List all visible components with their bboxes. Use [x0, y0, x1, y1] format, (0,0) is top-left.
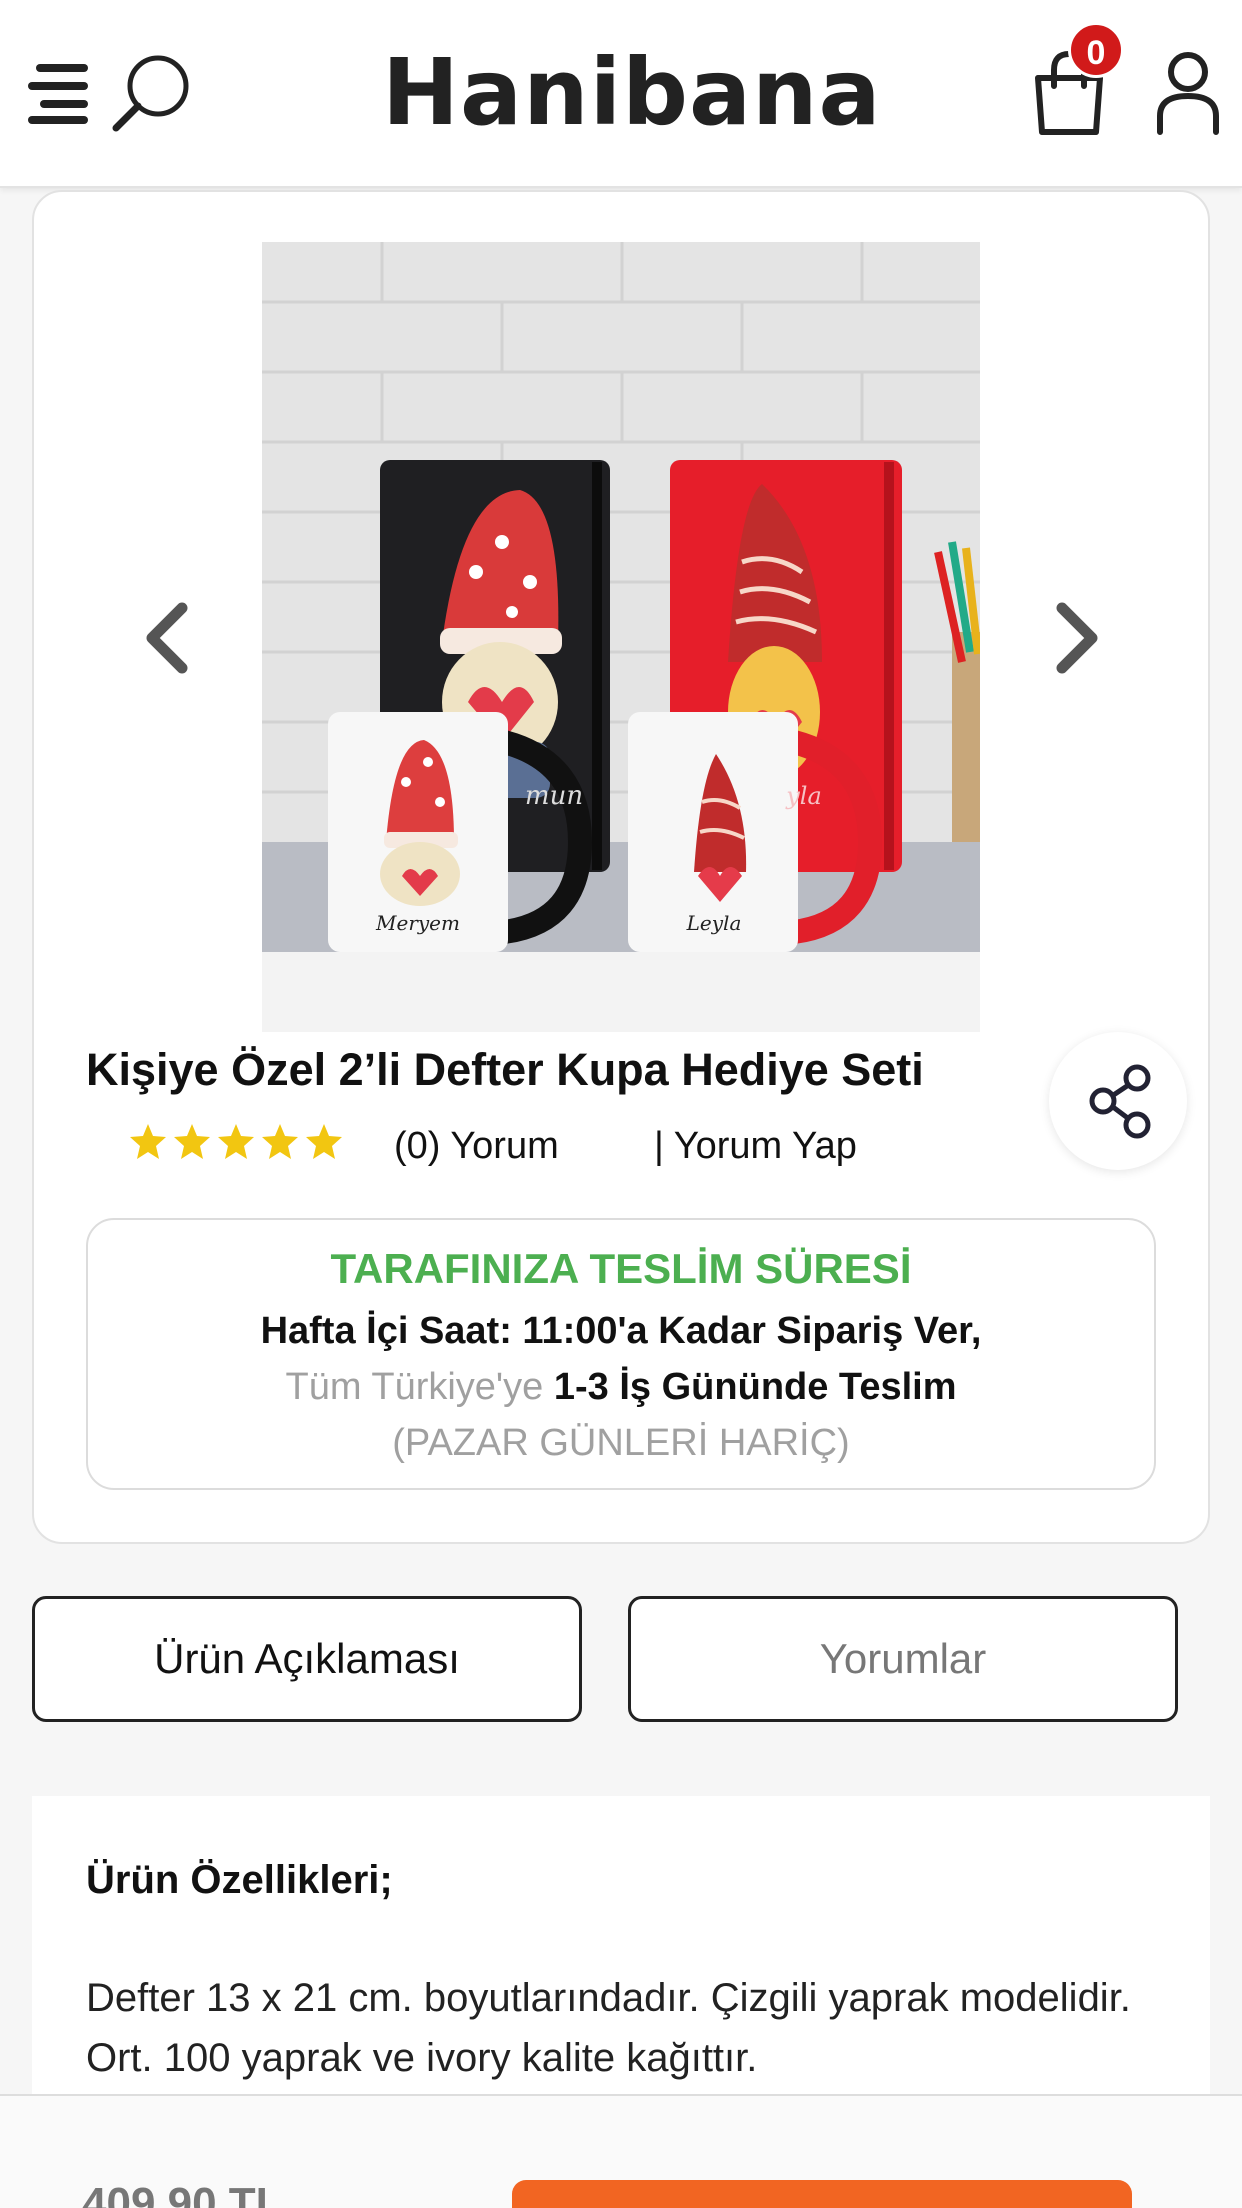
notebook-name-left: mun [525, 781, 583, 811]
next-image-arrow-icon[interactable] [1046, 600, 1106, 676]
description-text: Defter 13 x 21 cm. boyutlarındadır. Çizg… [86, 1976, 1131, 2080]
mug-name-left: Meryem [375, 911, 460, 935]
tab-product-description[interactable]: Ürün Açıklaması [32, 1596, 582, 1722]
delivery-region-text: Tüm Türkiye'ye [285, 1366, 554, 1408]
tab-reviews[interactable]: Yorumlar [628, 1596, 1178, 1722]
description-heading: Ürün Özellikleri; [86, 1858, 393, 1902]
user-icon[interactable] [1155, 50, 1221, 136]
star-icon [306, 1124, 342, 1159]
mug-name-right: Leyla [686, 911, 742, 935]
share-button[interactable] [1049, 1032, 1187, 1170]
delivery-exception-text: (PAZAR GÜNLERİ HARİÇ) [392, 1422, 850, 1464]
delivery-cutoff-text: Hafta İçi Saat: 11:00'a Kadar Sipariş Ve… [260, 1310, 982, 1352]
hamburger-menu-icon[interactable] [28, 62, 88, 124]
delivery-days-text: 1-3 İş Gününde Teslim [553, 1366, 957, 1408]
review-count[interactable]: (0) Yorum [394, 1122, 559, 1170]
product-title: Kişiye Özel 2’li Defter Kupa Hediye Seti [86, 1044, 924, 1095]
star-icon [174, 1124, 210, 1159]
star-icon [262, 1124, 298, 1159]
delivery-title: TARAFINIZA TESLİM SÜRESİ [330, 1245, 912, 1292]
write-review-link[interactable]: | Yorum Yap [654, 1122, 857, 1170]
delivery-time-text: Tüm Türkiye'ye 1-3 İş Gününde Teslim [88, 1360, 1154, 1414]
star-icon [130, 1124, 166, 1159]
star-icon [218, 1124, 254, 1159]
rating-stars [128, 1122, 344, 1170]
top-header: Hanibana 0 [0, 0, 1242, 188]
product-image[interactable]: Meryem mun Leyla yla [262, 242, 980, 1032]
notebook-name-right: yla [785, 782, 822, 810]
product-price: 409,90 TL [82, 2179, 283, 2208]
add-to-cart-button[interactable] [512, 2180, 1132, 2208]
bottom-purchase-bar: 409,90 TL [0, 2094, 1242, 2208]
delivery-info-box: TARAFINIZA TESLİM SÜRESİ Hafta İçi Saat:… [86, 1218, 1156, 1490]
share-icon [1089, 1064, 1151, 1139]
brand-logo[interactable]: Hanibana [382, 38, 881, 148]
previous-image-arrow-icon[interactable] [138, 600, 198, 676]
cart-count-badge: 0 [1068, 22, 1124, 78]
search-icon[interactable] [108, 50, 194, 136]
